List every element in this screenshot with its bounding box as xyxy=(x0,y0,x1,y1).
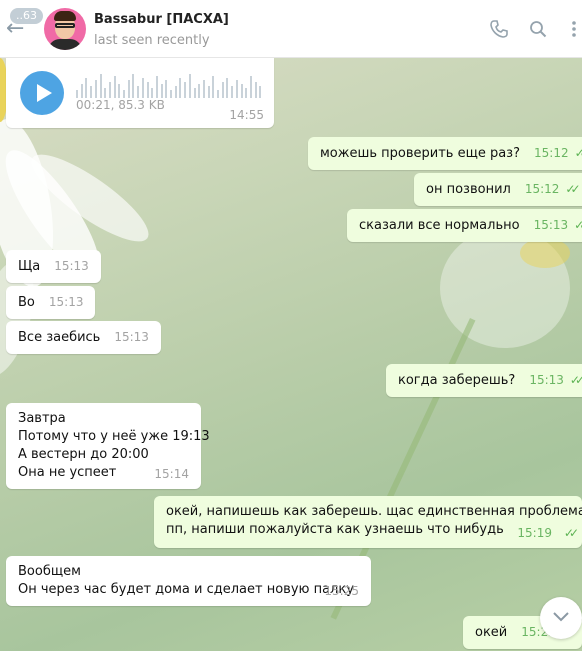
message-time: 15:12 xyxy=(534,146,569,160)
message-line: Он через час будет дома и сделает новую … xyxy=(18,582,354,597)
unread-count-badge[interactable]: ..63 xyxy=(10,8,43,24)
waveform-bar xyxy=(188,74,191,98)
waveform-bar xyxy=(137,86,140,98)
contact-name[interactable]: Bassabur [ПАСХА] xyxy=(94,12,229,27)
message-text: когда заберешь? xyxy=(398,373,516,388)
voice-waveform[interactable] xyxy=(76,72,266,98)
play-icon[interactable] xyxy=(20,71,64,115)
message-outgoing[interactable]: сказали все нормально 15:13 ✓✓ xyxy=(347,209,582,242)
message-outgoing[interactable]: он позвонил 15:12 ✓✓ xyxy=(414,173,582,206)
waveform-bar xyxy=(184,82,187,98)
waveform-bar xyxy=(240,84,243,98)
double-check-icon: ✓✓ xyxy=(574,146,582,160)
message-text: можешь проверить еще раз? xyxy=(320,146,520,161)
waveform-bar xyxy=(146,82,149,98)
waveform-bar xyxy=(85,78,88,98)
waveform-bar xyxy=(217,90,219,98)
double-check-icon: ✓✓ xyxy=(563,526,579,540)
message-incoming[interactable]: Завтра Потому что у неё уже 19:13 А вест… xyxy=(6,403,210,489)
voice-message: 00:21, 85.3 KB 14:55 xyxy=(6,58,274,128)
waveform-bar xyxy=(127,80,130,98)
waveform-bar xyxy=(99,74,102,98)
message-time: 15:12 xyxy=(524,182,560,196)
waveform-bar xyxy=(259,86,262,98)
message-time: 15:13 xyxy=(54,259,89,273)
waveform-bar xyxy=(202,80,205,98)
chat-area[interactable]: 00:21, 85.3 KB 14:55 можешь проверить ещ… xyxy=(0,58,582,651)
message-line: А вестерн до 20:00 xyxy=(18,447,149,462)
message-incoming[interactable]: Вообщем Он через час будет дома и сделае… xyxy=(6,556,371,606)
message-text: сказали все нормально xyxy=(359,218,520,233)
contact-status: last seen recently xyxy=(94,33,210,48)
waveform-bar xyxy=(207,86,210,98)
waveform-bar xyxy=(198,84,201,98)
chat-header: ← ..63 Bassabur [ПАСХА] last seen recent… xyxy=(0,0,582,58)
waveform-bar xyxy=(155,76,158,98)
message-time: 15:13 xyxy=(48,295,84,309)
message-time: 15:25 xyxy=(324,584,359,598)
message-outgoing[interactable]: окей, напишешь как заберешь. щас единств… xyxy=(154,496,582,548)
waveform-bar xyxy=(108,82,111,98)
double-check-icon: ✓✓ xyxy=(565,182,580,196)
message-incoming[interactable]: Ща 15:13 xyxy=(6,250,101,283)
waveform-bar xyxy=(94,80,97,98)
waveform-bar xyxy=(249,76,252,98)
message-text: Во xyxy=(18,295,35,310)
waveform-bar xyxy=(245,88,248,98)
message-outgoing[interactable]: когда заберешь? 15:13 ✓✓ xyxy=(386,364,582,397)
waveform-bar xyxy=(113,76,116,98)
avatar[interactable] xyxy=(44,8,86,50)
message-line: пп, напиши пожалуйста как узнаешь что ни… xyxy=(166,522,504,537)
waveform-bar xyxy=(226,78,229,98)
message-time: 15:14 xyxy=(154,467,189,481)
waveform-bar xyxy=(221,82,224,98)
double-check-icon: ✓✓ xyxy=(569,373,582,387)
waveform-bar xyxy=(90,86,93,98)
voice-meta: 00:21, 85.3 KB xyxy=(76,98,165,112)
waveform-bar xyxy=(123,90,125,98)
waveform-bar xyxy=(235,80,238,98)
message-time: 15:13 xyxy=(114,330,149,344)
chevron-down-icon xyxy=(553,606,569,627)
more-vertical-icon[interactable] xyxy=(571,20,577,42)
waveform-bar xyxy=(80,84,83,98)
message-line: Вообщем xyxy=(18,564,81,579)
waveform-bar xyxy=(179,78,182,98)
waveform-bar xyxy=(141,78,144,98)
waveform-bar xyxy=(160,84,163,98)
message-line: Потому что у неё уже 19:13 xyxy=(18,429,210,444)
message-time: 15:13 xyxy=(533,218,569,232)
message-time: 15:13 xyxy=(529,373,564,387)
waveform-bar xyxy=(76,90,78,98)
waveform-bar xyxy=(231,86,234,98)
message-text: окей xyxy=(475,625,508,640)
message-line: окей, напишешь как заберешь. щас единств… xyxy=(166,504,582,519)
message-time: 14:55 xyxy=(229,108,264,122)
message-line: Завтра xyxy=(18,411,66,426)
message-text: Все заебись xyxy=(18,330,101,345)
waveform-bar xyxy=(212,76,215,98)
scroll-down-button[interactable] xyxy=(540,597,582,639)
waveform-bar xyxy=(151,88,154,98)
waveform-bar xyxy=(118,84,121,98)
waveform-bar xyxy=(170,90,172,98)
waveform-bar xyxy=(254,82,257,98)
double-check-icon: ✓✓ xyxy=(574,218,582,232)
waveform-bar xyxy=(132,74,135,98)
message-incoming[interactable]: Во 15:13 xyxy=(6,286,96,319)
waveform-bar xyxy=(165,80,168,98)
message-time: 15:19 xyxy=(517,526,552,540)
search-icon[interactable] xyxy=(529,20,547,42)
waveform-bar xyxy=(104,88,107,98)
message-text: Ща xyxy=(18,259,41,274)
waveform-bar xyxy=(193,88,196,98)
waveform-bar xyxy=(174,86,177,98)
phone-icon[interactable] xyxy=(490,20,508,42)
message-incoming[interactable]: Все заебись 15:13 xyxy=(6,321,161,354)
message-text: он позвонил xyxy=(426,182,511,197)
message-outgoing[interactable]: можешь проверить еще раз? 15:12 ✓✓ xyxy=(308,137,582,170)
